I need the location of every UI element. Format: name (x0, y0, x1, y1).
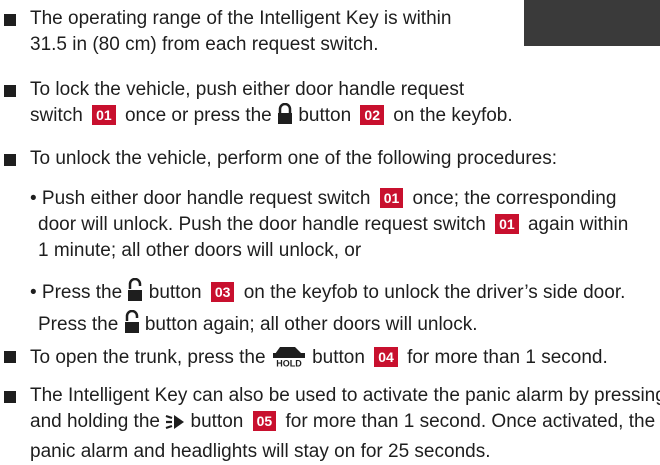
text-span: button (312, 347, 365, 368)
text-span: button (148, 282, 202, 303)
callout-badge: 03 (210, 282, 235, 302)
paragraph-lock: To lock the vehicle, push either door ha… (30, 77, 513, 133)
text-span: and holding the (30, 411, 160, 432)
bullet-square (4, 85, 16, 97)
text-span: To open the trunk, press the (30, 347, 266, 368)
sub-item-door-unlock: • Push either door handle request switch… (30, 186, 628, 264)
bullet-square (4, 14, 16, 26)
text-span: door will unlock. Push the door handle r… (38, 214, 486, 235)
text-span: once or press the (124, 105, 272, 126)
trunk-hold-icon: HOLD (271, 343, 307, 375)
text-span: switch (30, 105, 83, 126)
text-span: on the keyfob to unlock the driver’s sid… (243, 282, 626, 303)
text-line: • Press the button 03 on the keyfob to u… (30, 277, 626, 310)
callout-badge: 04 (374, 347, 398, 367)
text-line: The Intelligent Key can also be used to … (30, 385, 660, 406)
text-line: To open the trunk, press the HOLD button… (30, 343, 608, 375)
text-line: To lock the vehicle, push either door ha… (30, 79, 465, 100)
paragraph-trunk: To open the trunk, press the HOLD button… (30, 343, 608, 375)
text-span: for more than 1 second. Once activated, … (285, 411, 656, 432)
text-span: • Push either door handle request switch (30, 188, 371, 209)
text-line: Press the button again; all other doors … (30, 309, 625, 342)
text-line: 1 minute; all other doors will unlock, o… (38, 240, 362, 261)
lock-icon (277, 102, 293, 133)
header-tab-block (524, 0, 660, 46)
callout-badge: 01 (379, 188, 404, 208)
callout-badge: 01 (495, 214, 519, 234)
text-line: panic alarm and headlights will stay on … (30, 441, 491, 462)
text-line: • Push either door handle request switch… (30, 186, 628, 212)
unlock-icon (124, 309, 140, 342)
text-line: switch 01 once or press the button 02 on… (30, 102, 513, 133)
bullet-square (4, 154, 16, 166)
text-span: button again; all other doors will unloc… (144, 314, 478, 335)
text-line: 31.5 in (80 cm) from each request switch… (30, 34, 379, 55)
paragraph-panic: The Intelligent Key can also be used to … (30, 383, 660, 465)
svg-text:HOLD: HOLD (276, 359, 302, 368)
text-line: The operating range of the Intelligent K… (30, 8, 452, 29)
text-span: • Press the (30, 282, 123, 303)
text-span: Press the (38, 314, 119, 335)
sub-item-keyfob-unlock: • Press the button 03 on the keyfob to u… (30, 277, 626, 342)
text-span: button (190, 411, 244, 432)
text-span: again within (527, 214, 629, 235)
text-line: To unlock the vehicle, perform one of th… (30, 148, 558, 169)
bullet-square (4, 351, 16, 363)
callout-badge: 05 (252, 411, 277, 431)
bullet-square (4, 391, 16, 403)
unlock-icon (127, 277, 143, 310)
callout-badge: 02 (360, 105, 384, 125)
text-span: on the keyfob. (393, 105, 513, 126)
text-span: button (298, 105, 352, 126)
callout-badge: 01 (92, 105, 116, 125)
panic-alarm-icon (165, 413, 185, 439)
paragraph-unlock: To unlock the vehicle, perform one of th… (30, 146, 557, 172)
text-span: once; the corresponding (412, 188, 617, 209)
text-span: for more than 1 second. (407, 347, 608, 368)
text-line: and holding the button 05 for more than … (30, 409, 660, 439)
text-line: door will unlock. Push the door handle r… (30, 212, 628, 238)
paragraph-range: The operating range of the Intelligent K… (30, 6, 451, 58)
